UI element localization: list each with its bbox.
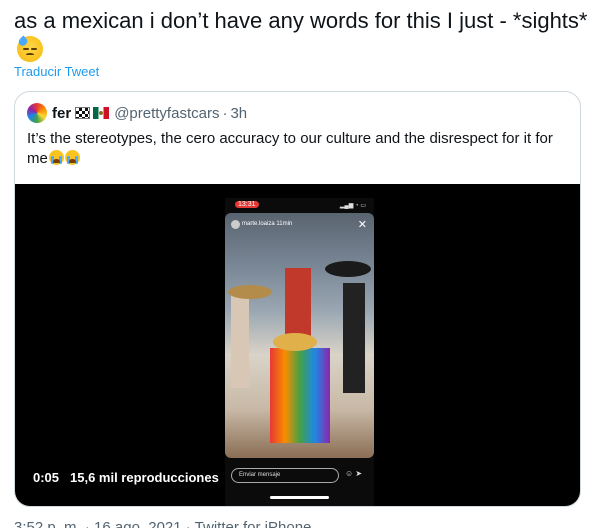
person-left [231,293,249,388]
translate-tweet-link[interactable]: Traducir Tweet [14,64,99,79]
phone-home-bar [270,496,329,499]
avatar[interactable] [27,103,47,123]
quoted-handle[interactable]: @prettyfastcars [114,105,219,122]
sad-but-relieved-face-icon [16,35,43,62]
story-message-input: Enviar mensaje [231,468,339,483]
sombrero [228,285,272,299]
video-view-count: 15,6 mil reproducciones [70,470,219,485]
loudly-crying-face-icon [64,150,80,165]
quoted-tweet-header: fer @prettyfastcars · 3h [27,103,247,123]
tweet-text: as a mexican i don’t have any words for … [14,6,594,64]
story-video-still: marte.loaiza 11min ✕ [225,213,374,458]
instagram-story-frame: 13:31 ▂▄▆ ◔ ▭ marte.loaiza 11min ✕ Envia… [225,198,374,506]
quoted-timestamp[interactable]: 3h [230,105,247,122]
quoted-tweet-text: It’s the stereotypes, the cero accuracy … [27,129,572,169]
sombrero [325,261,371,277]
separator-dot: · [222,104,228,122]
mexico-flag-icon [93,107,110,119]
checkered-flag-icon [75,107,91,119]
video-duration: 0:05 [33,470,60,485]
tweet-body: as a mexican i don’t have any words for … [14,8,588,33]
quoted-display-name[interactable]: fer [52,105,71,122]
video-player[interactable]: 13:31 ▂▄▆ ◔ ▭ marte.loaiza 11min ✕ Envia… [15,184,580,506]
tweet-meta: 3:52 p. m. · 16 ago. 2021 · Twitter for … [14,519,312,528]
close-icon: ✕ [357,219,367,231]
person-right [343,283,365,393]
story-reaction-icons: ☺ ➤ [345,469,363,478]
sombrero [273,333,317,351]
loudly-crying-face-icon [48,150,64,165]
story-avatar [231,220,240,229]
quoted-tweet-card[interactable]: fer @prettyfastcars · 3h It’s the stereo… [14,91,581,507]
quoted-tweet-body: It’s the stereotypes, the cero accuracy … [27,130,553,167]
phone-status-time: 13:31 [235,201,259,208]
person-sitting-poncho [270,348,330,443]
story-username: marte.loaiza 11min [242,221,293,227]
phone-status-icons: ▂▄▆ ◔ ▭ [339,203,366,209]
